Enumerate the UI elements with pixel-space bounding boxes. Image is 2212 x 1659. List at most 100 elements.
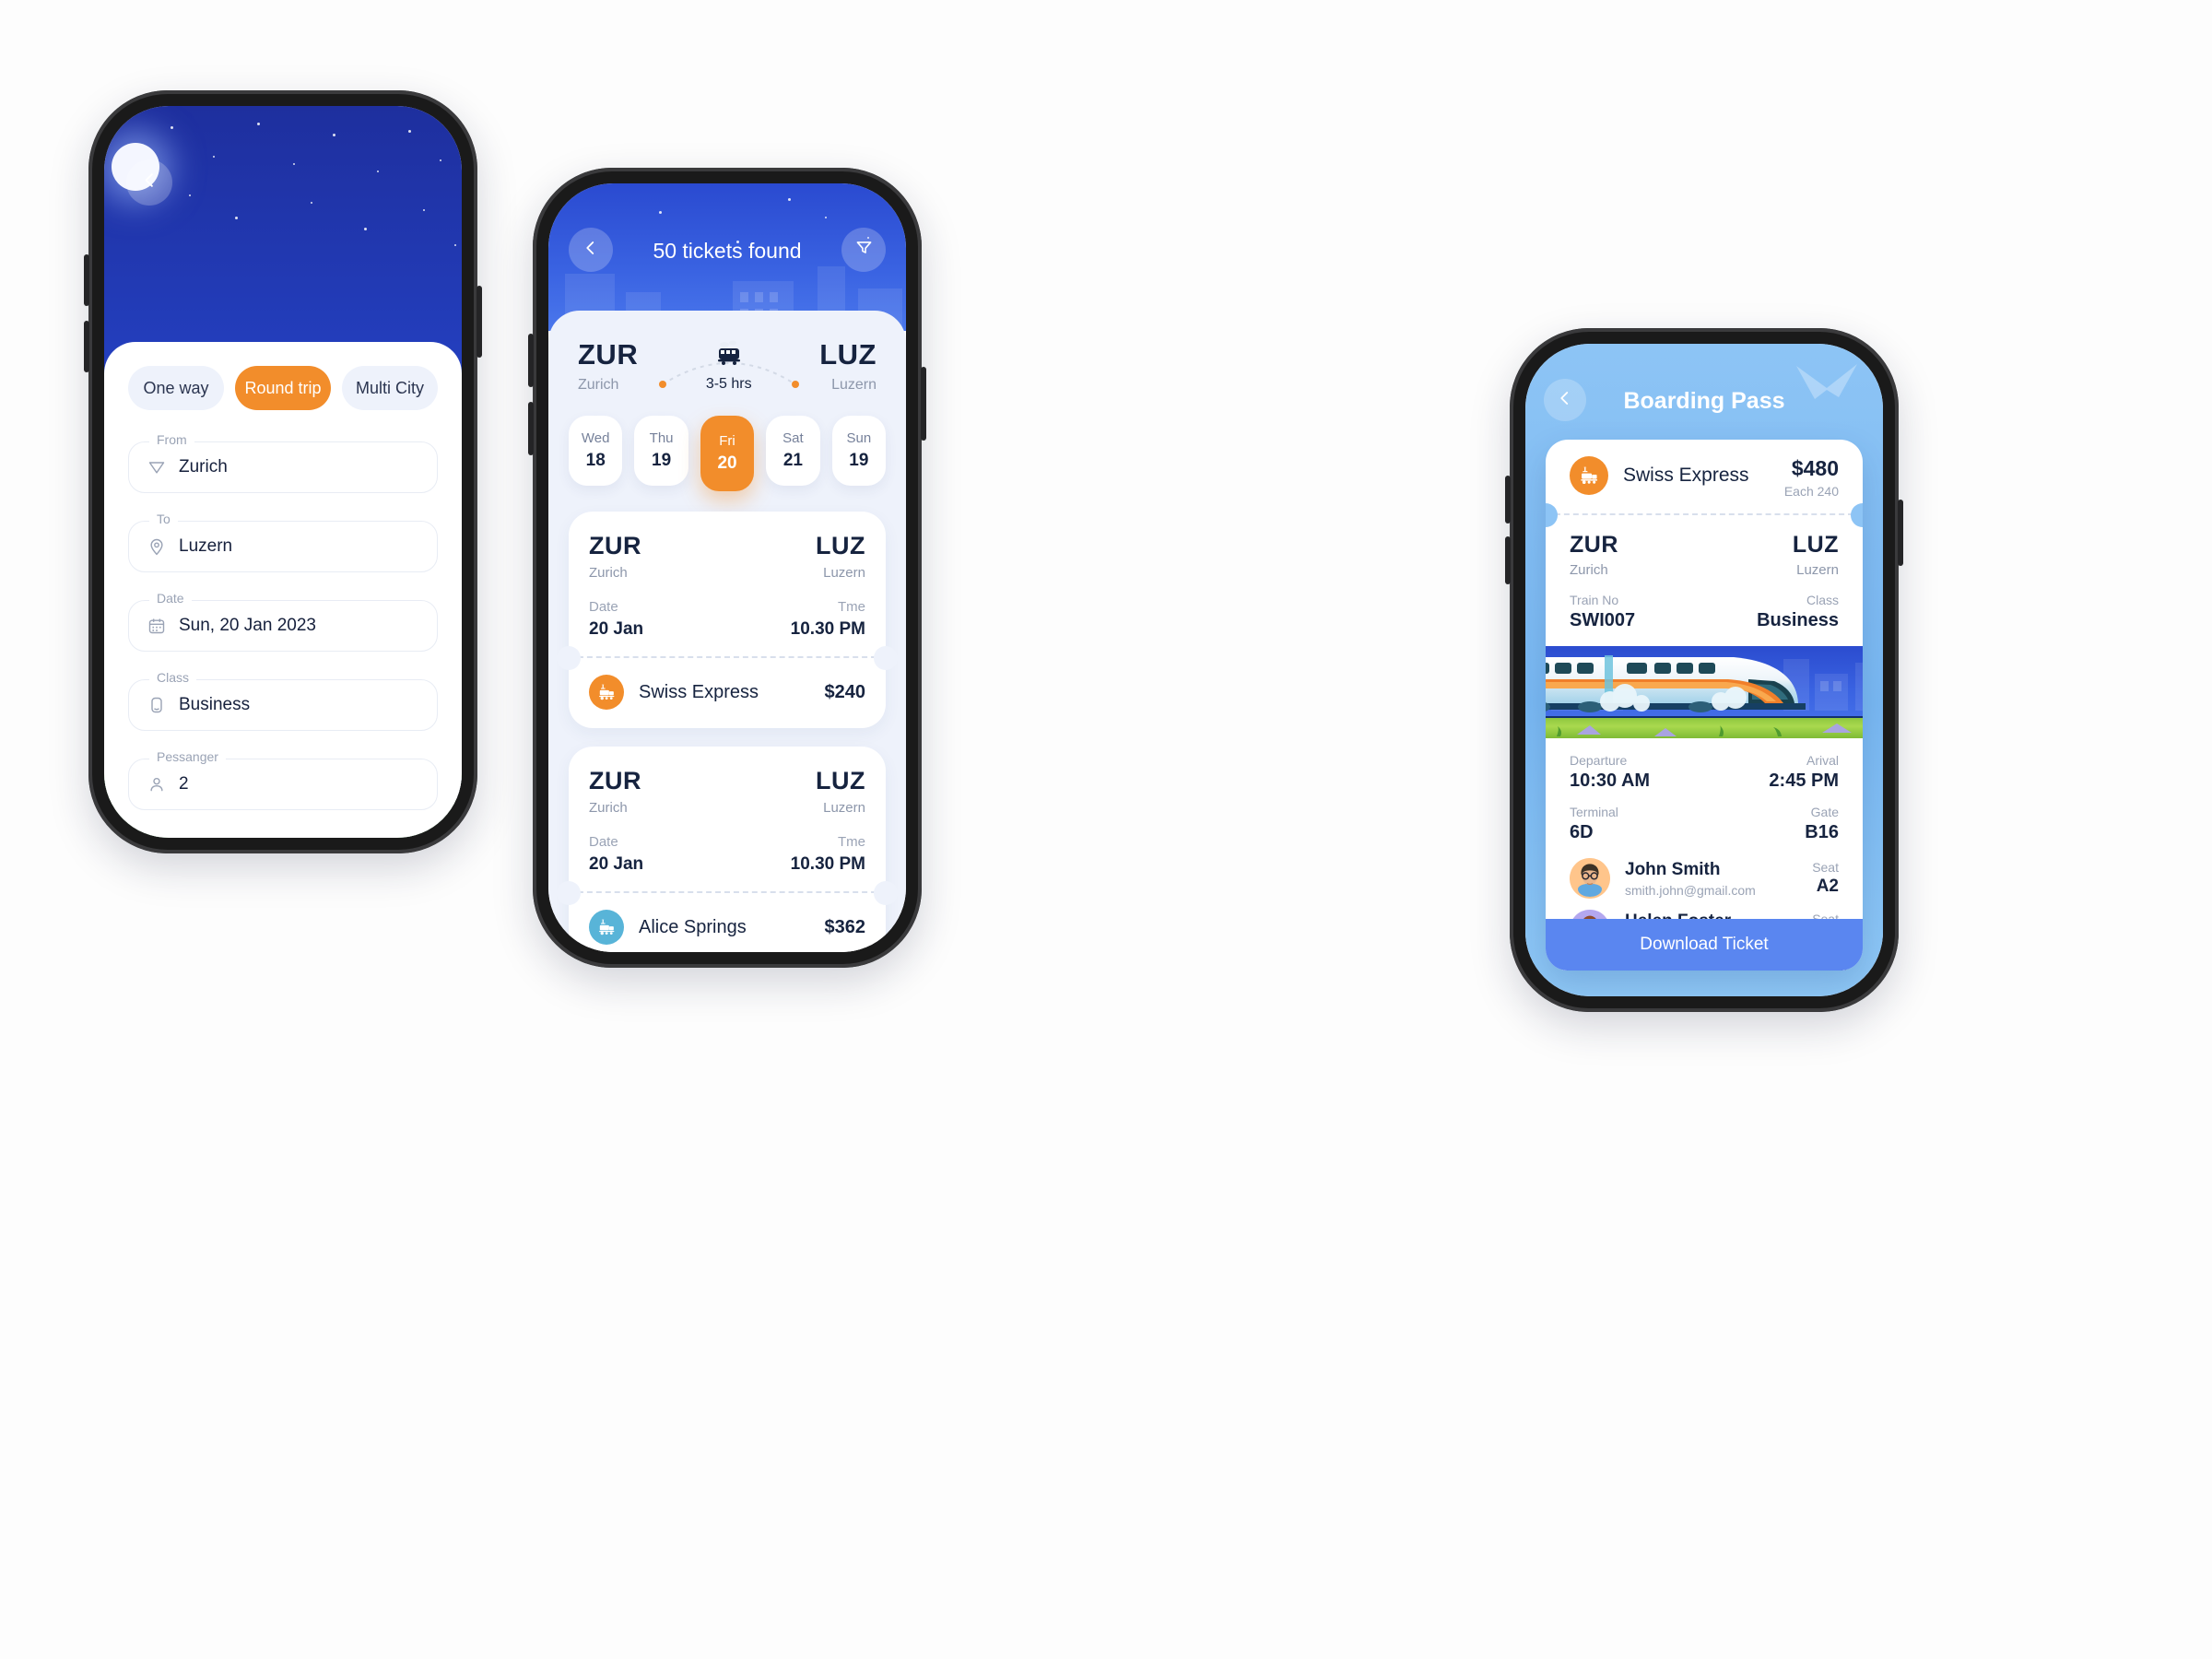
origin-code: ZUR <box>578 338 639 371</box>
pass-arrival-value: 2:45 PM <box>1769 771 1839 791</box>
passenger-field[interactable]: Pessanger 2 <box>128 749 438 810</box>
ticket-date-label: Date <box>589 599 618 615</box>
pass-terminal-label: Terminal <box>1570 805 1618 819</box>
date-chip-thu[interactable]: Thu 19 <box>634 416 688 486</box>
phone3-power-button <box>1898 500 1903 566</box>
pass-arrival-label: Arival <box>1806 753 1839 768</box>
ticket-card[interactable]: ZUR Zurich LUZ Luzern Date 20 Jan Tme 10… <box>557 747 898 952</box>
pass-train-no-value: SWI007 <box>1570 610 1636 630</box>
from-field-value: Zurich <box>179 457 228 477</box>
date-chip-day-name: Sun <box>846 430 872 446</box>
phone3-volume-button <box>1505 476 1511 524</box>
boarding-pass-card: Swiss Express $480 Each 240 ZUR Zurich L… <box>1546 440 1863 971</box>
ticket-card[interactable]: ZUR Zurich LUZ Luzern Date 20 Jan Tme 10… <box>557 512 898 728</box>
pass-destination-code: LUZ <box>1792 532 1839 558</box>
pass-price: $480 <box>1791 456 1839 480</box>
date-picker[interactable]: Wed 18 Thu 19 Fri 20 Sat 21 Sun 19 <box>569 416 887 491</box>
train-icon <box>713 340 745 371</box>
ticket-operator-name: Alice Springs <box>639 916 747 937</box>
date-field[interactable]: Date Sun, 20 Jan 2023 <box>128 591 438 652</box>
ticket-operator-row: Swiss Express $240 <box>569 658 886 728</box>
pass-departure-value: 10:30 AM <box>1570 771 1651 791</box>
pass-schedule-section: Departure 10:30 AM Arival 2:45 PM Termin… <box>1546 738 1863 843</box>
steam-train-icon <box>589 675 624 710</box>
download-ticket-button[interactable]: Download Ticket <box>1546 919 1863 971</box>
chevron-left-icon <box>141 171 159 194</box>
pass-train-no-label: Train No <box>1570 593 1619 607</box>
route-duration: 3-5 hrs <box>705 376 752 392</box>
phone2-volume-button-2 <box>528 402 534 455</box>
ticket-destination-city: Luzern <box>823 565 865 581</box>
boarding-pass-title: Boarding Pass <box>1623 388 1785 414</box>
ticket-origin-code: ZUR <box>589 532 641 559</box>
to-field-label: To <box>149 512 178 526</box>
phone-boarding-pass: Boarding Pass Swiss Express $480 Each 24… <box>1505 328 1903 1012</box>
ticket-perforation <box>557 646 898 670</box>
origin-city: Zurich <box>578 377 619 393</box>
ticket-datetime: Date 20 Jan Tme 10.30 PM <box>589 599 865 640</box>
trip-type-multi-city[interactable]: Multi City <box>342 366 438 410</box>
ticket-time-value: 10.30 PM <box>790 619 865 639</box>
pass-destination-city: Luzern <box>1796 562 1839 578</box>
passenger-field-label: Pessanger <box>149 749 226 764</box>
phone2-volume-button <box>528 334 534 387</box>
phone1-volume-button-2 <box>84 321 89 372</box>
date-chip-day-number: 19 <box>849 451 869 470</box>
date-chip-day-name: Sat <box>782 430 804 446</box>
date-chip-fri[interactable]: Fri 20 <box>700 416 755 491</box>
date-chip-sun[interactable]: Sun 19 <box>831 416 887 486</box>
date-chip-day-number: 20 <box>717 453 737 473</box>
pass-class-value: Business <box>1757 610 1839 630</box>
pass-departure-label: Departure <box>1570 753 1628 768</box>
passenger-seat-label: Seat <box>1812 860 1839 875</box>
ticket-origin-city: Zurich <box>589 800 628 816</box>
filter-button[interactable] <box>841 228 886 272</box>
ticket-date-label: Date <box>589 834 618 850</box>
ticket-operator-name: Swiss Express <box>639 681 759 702</box>
ticket-date-value: 20 Jan <box>589 619 644 639</box>
route-destination: LUZ Luzern <box>819 338 877 394</box>
phone-results: 50 tickets found ZUR Zurich 3-5 hrs LUZ … <box>528 168 926 968</box>
to-field[interactable]: To Luzern <box>128 512 438 572</box>
user-icon <box>147 775 166 794</box>
pass-operator-section: Swiss Express $480 Each 240 <box>1546 440 1863 513</box>
date-chip-wed[interactable]: Wed 18 <box>569 416 623 486</box>
pass-terminal-value: 6D <box>1570 822 1594 842</box>
phone-search: One way Round trip Multi City From Zuric… <box>84 90 482 853</box>
pass-operator-name: Swiss Express <box>1623 465 1749 486</box>
ticket-price: $240 <box>824 681 866 702</box>
location-pin-icon <box>147 537 166 556</box>
phone2-power-button <box>921 367 926 441</box>
steam-train-icon <box>589 910 624 945</box>
phone1-power-button <box>477 286 482 358</box>
back-button[interactable] <box>126 159 172 206</box>
ticket-origin-code: ZUR <box>589 767 641 794</box>
ticket-perforation <box>557 881 898 905</box>
date-chip-day-number: 18 <box>585 451 606 470</box>
pass-gate-value: B16 <box>1805 822 1839 842</box>
from-field[interactable]: From Zurich <box>128 432 438 493</box>
results-body: ZUR Zurich 3-5 hrs LUZ Luzern Wed 18 Thu… <box>548 311 906 952</box>
class-field-value: Business <box>179 695 251 714</box>
search-form-sheet: One way Round trip Multi City From Zuric… <box>104 342 462 838</box>
class-field[interactable]: Class Business <box>128 670 438 731</box>
date-chip-day-name: Fri <box>719 433 735 449</box>
seat-icon <box>147 696 166 714</box>
trip-type-round-trip[interactable]: Round trip <box>235 366 331 410</box>
steam-train-icon <box>1570 456 1608 495</box>
passenger-row: John Smith smith.john@gmail.com Seat A2 <box>1570 858 1839 899</box>
date-field-label: Date <box>149 591 192 606</box>
pass-perforation <box>1546 503 1863 527</box>
ticket-time-value: 10.30 PM <box>790 854 865 874</box>
date-chip-sat[interactable]: Sat 21 <box>766 416 820 486</box>
pass-route-section: ZUR Zurich LUZ Luzern Train No SWI007 Cl… <box>1546 515 1863 631</box>
date-chip-day-number: 21 <box>782 451 803 470</box>
passenger-field-value: 2 <box>179 774 189 794</box>
destination-code: LUZ <box>819 338 877 371</box>
class-field-label: Class <box>149 670 197 685</box>
destination-city: Luzern <box>831 377 877 393</box>
calendar-icon <box>147 617 166 635</box>
trip-type-one-way[interactable]: One way <box>128 366 224 410</box>
pass-class-label: Class <box>1806 593 1839 607</box>
ticket-price: $362 <box>824 916 866 937</box>
